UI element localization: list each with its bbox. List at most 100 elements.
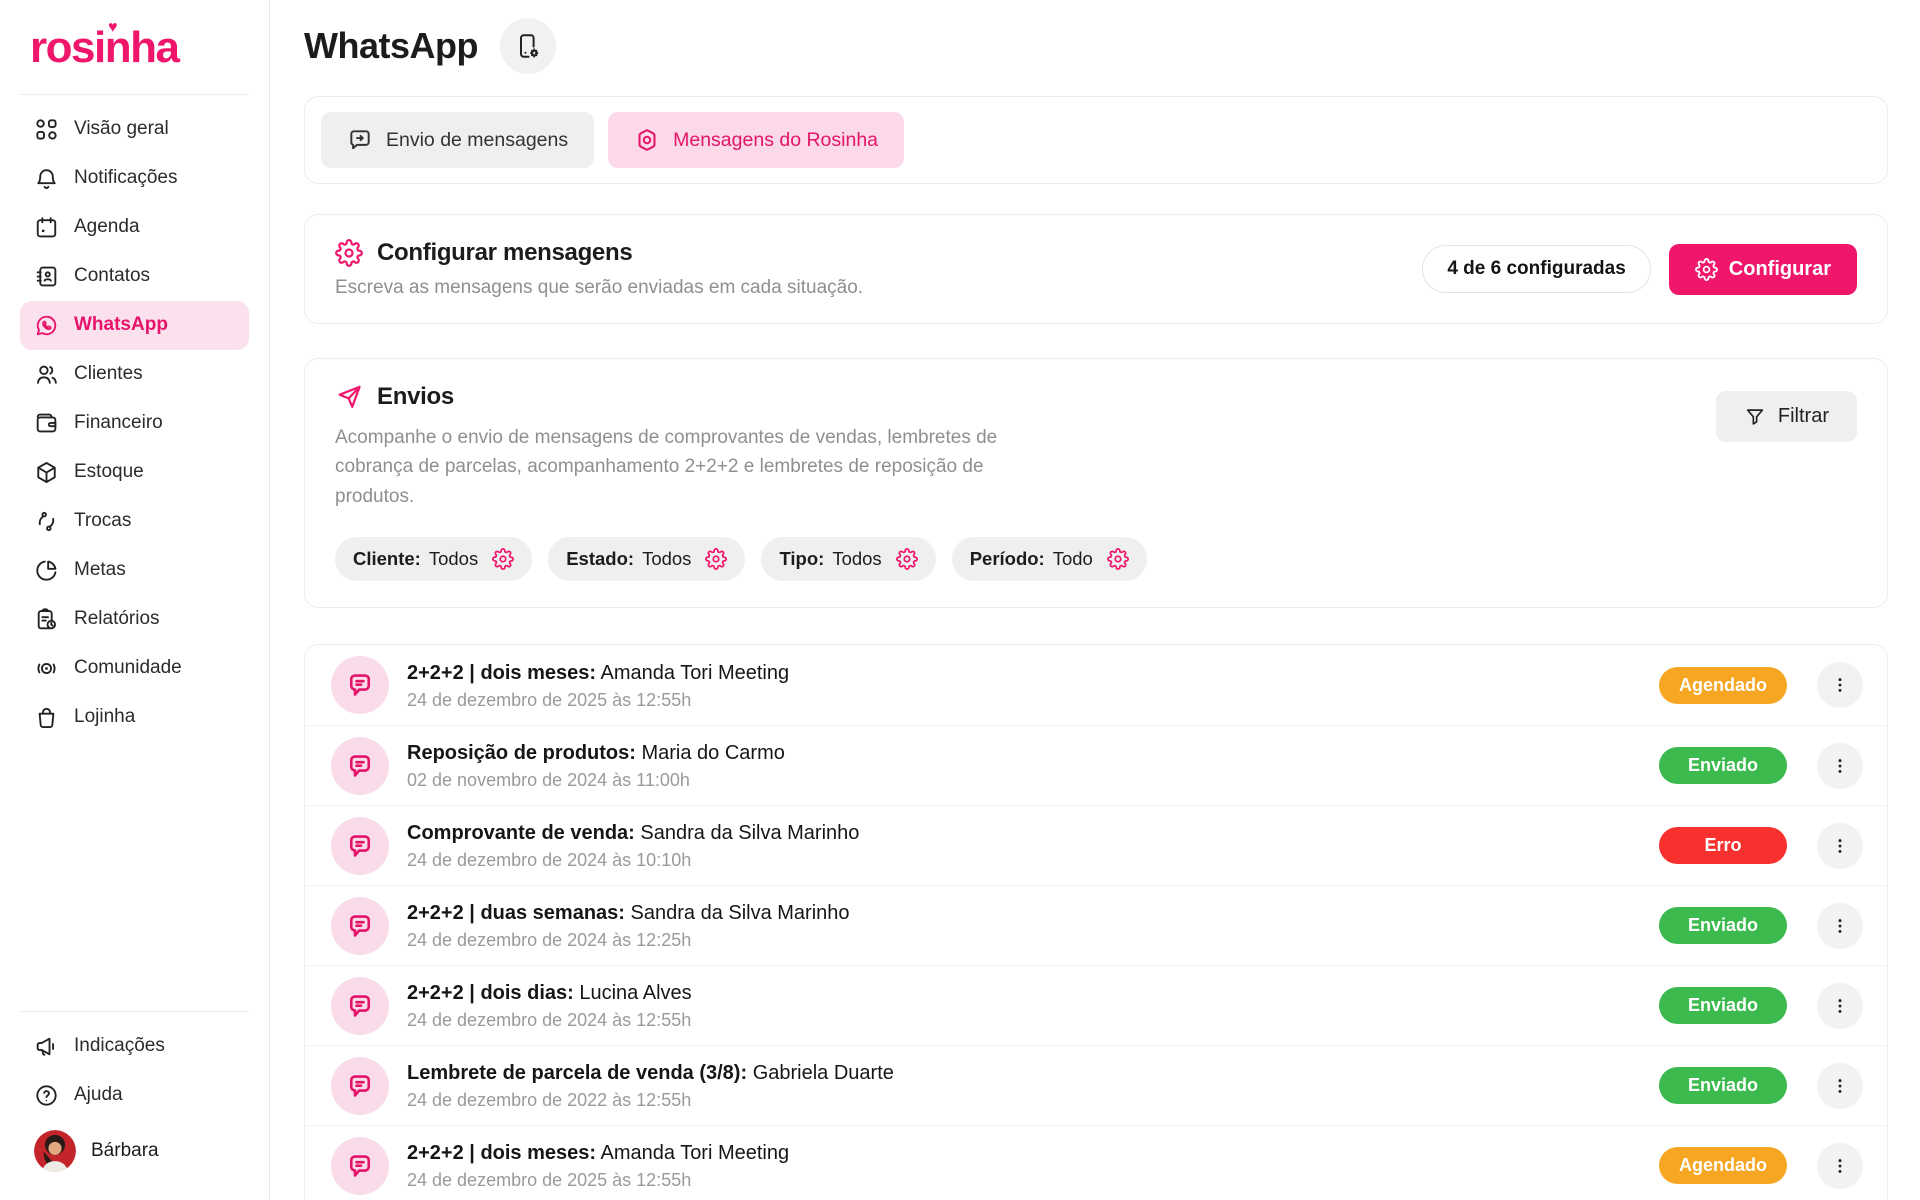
sidebar-item[interactable]: Ajuda	[20, 1071, 249, 1120]
sidebar-item-label: Comunidade	[74, 657, 182, 680]
message-recipient: Maria do Carmo	[641, 742, 784, 764]
sidebar-item[interactable]: Financeiro	[20, 399, 249, 448]
row-menu-button[interactable]	[1817, 983, 1863, 1029]
sidebar-item[interactable]: Estoque	[20, 448, 249, 497]
filter-chip[interactable]: Estado: Todos	[548, 537, 745, 581]
message-date: 24 de dezembro de 2024 às 12:55h	[407, 1010, 1659, 1031]
row-menu-button[interactable]	[1817, 1143, 1863, 1189]
row-menu-button[interactable]	[1817, 1063, 1863, 1109]
status-badge: Agendado	[1659, 667, 1787, 704]
filter-chip[interactable]: Tipo: Todos	[761, 537, 935, 581]
message-text: 2+2+2 | dois meses: Amanda Tori Meeting …	[407, 1140, 1659, 1191]
message-date: 24 de dezembro de 2024 às 12:25h	[407, 930, 1659, 951]
sidebar-item[interactable]: Contatos	[20, 252, 249, 301]
main-content: WhatsApp Envio de mensagens Mensagens do…	[270, 0, 1920, 1200]
filter-chip-value: Todos	[832, 548, 881, 570]
sidebar-item[interactable]: Lojinha	[20, 693, 249, 742]
contacts-icon	[34, 264, 59, 289]
message-title: Lembrete de parcela de venda (3/8): Gabr…	[407, 1060, 1659, 1086]
filter-chip[interactable]: Cliente: Todos	[335, 537, 532, 581]
sidebar-item-label: WhatsApp	[74, 314, 168, 337]
sidebar-item-label: Estoque	[74, 461, 144, 484]
envios-title-row: Envios	[335, 383, 1055, 411]
dots-vertical-icon	[1830, 1156, 1850, 1176]
message-title: 2+2+2 | duas semanas: Sandra da Silva Ma…	[407, 900, 1659, 926]
broadcast-icon	[34, 656, 59, 681]
message-title: 2+2+2 | dois meses: Amanda Tori Meeting	[407, 660, 1659, 686]
row-menu-button[interactable]	[1817, 662, 1863, 708]
sidebar-item[interactable]: Metas	[20, 546, 249, 595]
tab-label: Envio de mensagens	[386, 129, 568, 152]
message-icon	[345, 991, 375, 1021]
configure-button[interactable]: Configurar	[1669, 244, 1857, 295]
message-title: Comprovante de venda: Sandra da Silva Ma…	[407, 820, 1659, 846]
brand-logo[interactable]: rosinha ♥	[20, 26, 249, 70]
sidebar-footer-nav: Indicações Ajuda	[20, 1022, 249, 1120]
configure-messages-info: Configurar mensagens Escreva as mensagen…	[335, 239, 863, 299]
configure-button-label: Configurar	[1729, 258, 1831, 281]
dots-vertical-icon	[1830, 996, 1850, 1016]
whatsapp-icon	[34, 313, 59, 338]
sidebar-item[interactable]: Notificações	[20, 154, 249, 203]
filter-chip-label: Tipo:	[779, 548, 824, 570]
message-recipient: Sandra da Silva Marinho	[640, 822, 859, 844]
message-recipient: Lucina Alves	[579, 982, 691, 1004]
message-icon	[345, 1151, 375, 1181]
sidebar-user[interactable]: Bárbara	[20, 1120, 249, 1182]
sidebar-item[interactable]: Relatórios	[20, 595, 249, 644]
row-menu-button[interactable]	[1817, 823, 1863, 869]
message-date: 24 de dezembro de 2025 às 12:55h	[407, 1170, 1659, 1191]
dots-vertical-icon	[1830, 1076, 1850, 1096]
message-title: Reposição de produtos: Maria do Carmo	[407, 740, 1659, 766]
sidebar-divider-bottom	[20, 1011, 249, 1012]
sidebar-item-label: Trocas	[74, 510, 131, 533]
filter-chip[interactable]: Período: Todo	[952, 537, 1147, 581]
sidebar-item[interactable]: WhatsApp	[20, 301, 249, 350]
gear-icon	[896, 548, 918, 570]
status-badge: Enviado	[1659, 907, 1787, 944]
sidebar-item[interactable]: Trocas	[20, 497, 249, 546]
user-name: Bárbara	[91, 1140, 159, 1162]
message-row: Lembrete de parcela de venda (3/8): Gabr…	[305, 1045, 1887, 1125]
row-menu-button[interactable]	[1817, 903, 1863, 949]
calendar-icon	[34, 215, 59, 240]
tab[interactable]: Mensagens do Rosinha	[608, 112, 904, 168]
message-date: 24 de dezembro de 2025 às 12:55h	[407, 690, 1659, 711]
dots-vertical-icon	[1830, 836, 1850, 856]
envios-card: Envios Acompanhe o envio de mensagens de…	[304, 358, 1888, 608]
sidebar-item[interactable]: Clientes	[20, 350, 249, 399]
gear-icon	[335, 239, 363, 267]
message-icon	[345, 831, 375, 861]
tab[interactable]: Envio de mensagens	[321, 112, 594, 168]
filter-chip-label: Cliente:	[353, 548, 421, 570]
wallet-icon	[34, 411, 59, 436]
sidebar-item-label: Lojinha	[74, 706, 135, 729]
gear-icon	[1695, 258, 1718, 281]
message-text: 2+2+2 | duas semanas: Sandra da Silva Ma…	[407, 900, 1659, 951]
paper-plane-icon	[335, 383, 363, 411]
brand-logo-text: rosinha	[30, 23, 178, 72]
hex-seal-icon	[634, 127, 660, 153]
sidebar-item[interactable]: Visão geral	[20, 105, 249, 154]
envios-header: Envios Acompanhe o envio de mensagens de…	[335, 383, 1857, 511]
status-badge: Enviado	[1659, 1067, 1787, 1104]
message-text: Lembrete de parcela de venda (3/8): Gabr…	[407, 1060, 1659, 1111]
filter-chips: Cliente: Todos Estado: Todos Tipo: Todos	[335, 537, 1857, 581]
sidebar-item[interactable]: Comunidade	[20, 644, 249, 693]
sidebar-item-label: Financeiro	[74, 412, 163, 435]
message-row: 2+2+2 | duas semanas: Sandra da Silva Ma…	[305, 885, 1887, 965]
row-menu-button[interactable]	[1817, 743, 1863, 789]
message-icon	[345, 1071, 375, 1101]
sidebar-item-label: Indicações	[74, 1035, 165, 1058]
message-type: 2+2+2 | dois dias:	[407, 982, 574, 1004]
chat-arrow-icon	[347, 127, 373, 153]
sidebar-item-label: Ajuda	[74, 1084, 123, 1107]
filter-chip-label: Estado:	[566, 548, 634, 570]
dots-vertical-icon	[1830, 756, 1850, 776]
filter-chip-label: Período:	[970, 548, 1045, 570]
sidebar-item[interactable]: Indicações	[20, 1022, 249, 1071]
sidebar-item[interactable]: Agenda	[20, 203, 249, 252]
whatsapp-settings-button[interactable]	[500, 18, 556, 74]
message-row: 2+2+2 | dois meses: Amanda Tori Meeting …	[305, 645, 1887, 725]
filter-button[interactable]: Filtrar	[1716, 391, 1857, 442]
